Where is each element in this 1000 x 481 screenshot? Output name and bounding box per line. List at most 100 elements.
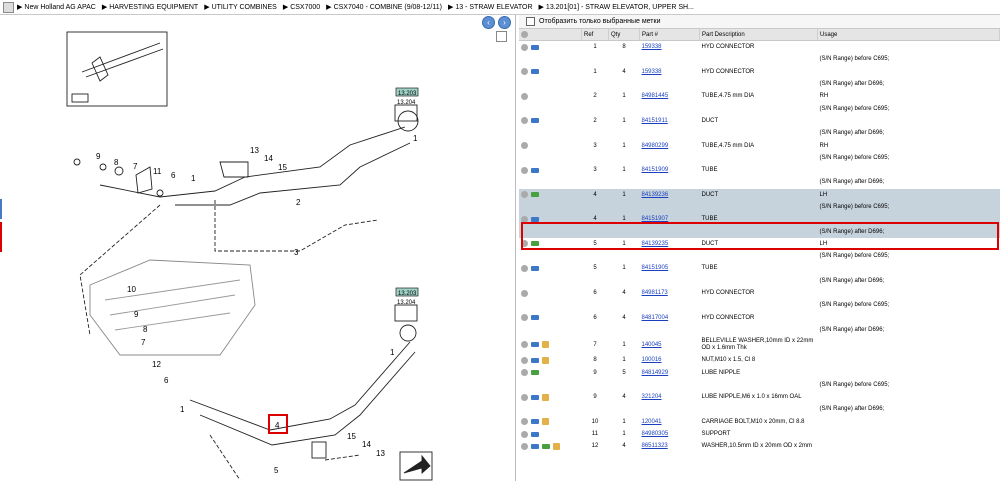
add-to-cart-icon[interactable] <box>521 68 528 76</box>
info-arrow-icon[interactable] <box>531 315 539 321</box>
package-icon[interactable] <box>542 393 549 401</box>
breadcrumb-item[interactable]: CSX7040 - COMBINE (9/08-12/11) <box>334 4 442 11</box>
usage-row[interactable]: (S/N Range) after D696; <box>519 78 1000 90</box>
info-arrow-icon[interactable] <box>531 419 539 425</box>
part-number-link[interactable]: 84814929 <box>642 370 669 376</box>
usage-row[interactable]: (S/N Range) before C695; <box>519 250 1000 262</box>
header-ref[interactable]: Ref <box>581 29 609 41</box>
add-to-cart-icon[interactable] <box>521 442 528 450</box>
callout-label[interactable]: 14 <box>362 440 371 449</box>
usage-row[interactable]: (S/N Range) after D696; <box>519 275 1000 287</box>
package-icon[interactable] <box>553 442 560 450</box>
usage-row[interactable]: (S/N Range) after D696; <box>519 403 1000 415</box>
callout-label[interactable]: 6 <box>164 376 169 385</box>
info-arrow-icon[interactable] <box>531 265 539 271</box>
usage-row[interactable]: (S/N Range) after D696; <box>519 176 1000 188</box>
callout-label[interactable]: 5 <box>274 466 279 475</box>
usage-row[interactable]: (S/N Range) before C695; <box>519 152 1000 164</box>
callout-label[interactable]: 10 <box>127 285 136 294</box>
info-arrow-icon[interactable] <box>531 394 539 400</box>
info-arrow-icon[interactable] <box>531 431 539 437</box>
callout-label[interactable]: 14 <box>264 154 273 163</box>
add-to-cart-icon[interactable] <box>521 43 528 51</box>
callout-label[interactable]: 8 <box>143 325 148 334</box>
part-number-link[interactable]: 84981445 <box>642 93 669 99</box>
add-to-cart-icon[interactable] <box>521 430 528 438</box>
usage-row[interactable]: (S/N Range) before C695; <box>519 102 1000 114</box>
part-number-link[interactable]: 120041 <box>642 419 662 425</box>
header-part-number[interactable]: Part # <box>639 29 700 41</box>
add-to-cart-icon[interactable] <box>521 117 528 125</box>
add-to-cart-icon[interactable] <box>521 356 528 364</box>
table-row[interactable]: 8 1 100016 NUT,M10 x 1.5, Cl 8 <box>519 354 1000 366</box>
info-arrow-icon[interactable] <box>531 44 539 50</box>
callout-label-selected[interactable]: 4 <box>275 421 280 430</box>
callout-label[interactable]: 15 <box>278 163 287 172</box>
package-icon[interactable] <box>542 341 549 349</box>
callout-label[interactable]: 9 <box>134 310 139 319</box>
part-number-link[interactable]: 84980305 <box>642 431 669 437</box>
callout-label[interactable]: 12 <box>152 360 161 369</box>
usage-row[interactable]: (S/N Range) after D696; <box>519 225 1000 238</box>
add-to-cart-icon[interactable] <box>521 141 528 149</box>
table-row[interactable]: 1 8 159338 HYD CONNECTOR <box>519 41 1000 54</box>
table-row[interactable]: 9 5 84814929 LUBE NIPPLE <box>519 366 1000 378</box>
replacement-arrow-icon[interactable] <box>531 241 539 247</box>
info-arrow-icon[interactable] <box>531 167 539 173</box>
callout-label[interactable]: 13 <box>250 146 259 155</box>
breadcrumb-item[interactable]: 13 - STRAW ELEVATOR <box>455 4 532 11</box>
table-row[interactable]: 5 1 84139235 DUCT LH <box>519 238 1000 250</box>
info-arrow-icon[interactable] <box>531 342 539 348</box>
breadcrumb-item[interactable]: HARVESTING EQUIPMENT <box>109 4 198 11</box>
table-row[interactable]: 12 4 86511323 WASHER,10.5mm ID x 20mm OD x … <box>519 440 1000 452</box>
callout-label[interactable]: 11 <box>153 167 162 176</box>
part-number-link[interactable]: 84151909 <box>642 167 669 173</box>
part-number-link[interactable]: 84139235 <box>642 241 669 247</box>
table-row[interactable]: 4 1 84151907 TUBE <box>519 213 1000 226</box>
table-row[interactable]: 7 1 140045 BELLEVILLE WASHER,10mm ID x 22mm… <box>519 336 1000 354</box>
part-number-link[interactable]: 159338 <box>642 44 662 50</box>
info-arrow-icon[interactable] <box>531 118 539 124</box>
add-to-cart-icon[interactable] <box>521 92 528 100</box>
table-row[interactable]: 3 1 84151909 TUBE <box>519 164 1000 176</box>
part-number-link[interactable]: 321204 <box>642 394 662 400</box>
home-icon[interactable] <box>3 1 14 13</box>
table-row[interactable]: 9 4 321204 LUBE NIPPLE,M6 x 1.0 x 16mm OAL <box>519 391 1000 403</box>
ref-tag[interactable]: 13.204 <box>397 100 416 106</box>
add-to-cart-icon[interactable] <box>521 264 528 272</box>
info-arrow-icon[interactable] <box>531 216 539 222</box>
usage-row[interactable]: (S/N Range) before C695; <box>519 200 1000 214</box>
callout-label[interactable]: 9 <box>96 152 101 161</box>
table-row[interactable]: 6 4 84981173 HYD CONNECTOR <box>519 287 1000 299</box>
callout-label[interactable]: 13 <box>376 449 385 458</box>
callout-label[interactable]: 2 <box>296 198 301 207</box>
part-number-link[interactable]: 84981173 <box>642 290 668 296</box>
add-to-cart-icon[interactable] <box>521 191 528 199</box>
info-arrow-icon[interactable] <box>531 357 539 363</box>
part-number-link[interactable]: 84151911 <box>642 118 668 124</box>
table-row[interactable]: 1 4 159338 HYD CONNECTOR <box>519 66 1000 78</box>
package-icon[interactable] <box>542 418 549 426</box>
part-number-link[interactable]: 84139236 <box>642 192 669 198</box>
table-row[interactable]: 3 1 84980299 TUBE,4.75 mm DIA RH <box>519 139 1000 151</box>
header-qty[interactable]: Qty <box>608 29 640 41</box>
add-to-cart-icon[interactable] <box>521 418 528 426</box>
callout-label[interactable]: 3 <box>294 248 299 257</box>
part-number-link[interactable]: 84151907 <box>642 216 669 222</box>
table-row[interactable]: 11 1 84980305 SUPPORT <box>519 428 1000 440</box>
ref-tag[interactable]: 13.204 <box>397 300 416 306</box>
inset-icon[interactable] <box>71 93 89 103</box>
add-to-cart-icon[interactable] <box>521 314 528 322</box>
table-row[interactable]: 2 1 84981445 TUBE,4.75 mm DIA RH <box>519 90 1000 102</box>
part-number-link[interactable]: 86511323 <box>642 443 668 449</box>
breadcrumb-item[interactable]: 13.201[01] - STRAW ELEVATOR, UPPER SH... <box>546 4 694 11</box>
add-to-cart-icon[interactable] <box>521 166 528 174</box>
usage-row[interactable]: (S/N Range) before C695; <box>519 53 1000 65</box>
callout-label[interactable]: 15 <box>347 432 356 441</box>
header-icons[interactable] <box>519 29 582 41</box>
add-to-cart-icon[interactable] <box>521 240 528 248</box>
table-row[interactable]: 4 1 84139236 DUCT LH <box>519 188 1000 201</box>
ref-tag[interactable]: 13.203 <box>398 291 417 297</box>
callout-label[interactable]: 7 <box>141 338 146 347</box>
header-usage[interactable]: Usage <box>817 29 1000 41</box>
